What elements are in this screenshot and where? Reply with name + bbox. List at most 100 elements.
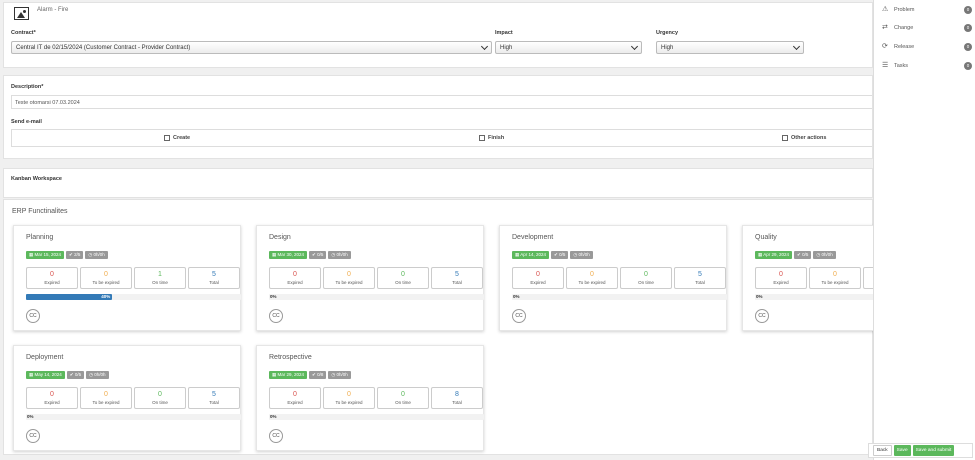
date-badge: ▦ Apr 29, 2024 xyxy=(755,251,793,259)
counter-value: 0 xyxy=(104,391,108,398)
counter-to-be-expired[interactable]: 0 To be expired xyxy=(323,267,375,289)
counter-expired[interactable]: 0 Expired xyxy=(269,387,321,409)
counter-total[interactable]: 8 Total xyxy=(431,387,483,409)
counter-value: 0 xyxy=(833,271,837,278)
back-button[interactable]: Back xyxy=(873,445,892,456)
card-badges: ▦ Apr 29, 2024 ✔ 0/5 ◷ 0h/0h xyxy=(755,251,836,259)
urgency-value: High xyxy=(661,45,674,51)
checkbox-icon xyxy=(479,135,485,141)
counter-to-be-expired[interactable]: 0 To be expired xyxy=(80,387,132,409)
other-actions-checkbox[interactable]: Other actions xyxy=(782,135,826,141)
tasks-text: 2/5 xyxy=(74,252,81,257)
avatar[interactable]: CC xyxy=(26,429,40,443)
counter-to-be-expired[interactable]: 0 To be expired xyxy=(323,387,375,409)
date-badge: ▦ Mar 29, 2024 xyxy=(269,371,308,379)
refresh-icon: ⟳ xyxy=(882,43,888,50)
counter-total[interactable]: 5 Total xyxy=(674,267,726,289)
counter-label: On time xyxy=(638,280,654,285)
count-badge: 0 xyxy=(964,43,972,51)
date-text: Mar 30, 2024 xyxy=(277,252,305,257)
counter-label: On time xyxy=(395,400,411,405)
sidebar-item-release[interactable]: ⟳ Release 0 xyxy=(882,43,972,53)
footer-actions: Back Save Save and submit xyxy=(868,443,973,458)
sidebar-item-label: Release xyxy=(894,44,915,50)
kanban-card-deployment[interactable]: Deployment ▦ May 14, 2024 ✔ 0/5 ◷ 0h/0h 0 Exp… xyxy=(13,345,241,451)
swap-icon: ⇄ xyxy=(882,24,888,31)
kanban-card-planning[interactable]: Planning ▦ Mar 15, 2024 ✔ 2/5 ◷ 0h/0h 0 Expir… xyxy=(13,225,241,331)
counter-value: 0 xyxy=(590,271,594,278)
counter-expired[interactable]: 0 Expired xyxy=(512,267,564,289)
kanban-card-development[interactable]: Development ▦ Apr 14, 2024 ✔ 0/5 ◷ 0h/0h 0 Ex… xyxy=(499,225,727,331)
description-label: Description* xyxy=(11,84,44,90)
hours-badge: ◷ 0h/0h xyxy=(328,371,351,379)
impact-label: Impact xyxy=(495,30,513,36)
erp-title: ERP Functinalites xyxy=(12,208,68,215)
progress-label: 0% xyxy=(270,294,277,299)
hours-text: 0h/0h xyxy=(336,372,348,377)
finish-checkbox[interactable]: Finish xyxy=(479,135,504,141)
counter-on-time[interactable]: 0 On time xyxy=(620,267,672,289)
description-input[interactable]: Teste otomarsi 07.03.2024 xyxy=(11,95,872,109)
kanban-card-retrospective[interactable]: Retrospective ▦ Mar 29, 2024 ✔ 0/8 ◷ 0h/0h 0… xyxy=(256,345,484,451)
counter-label: To be expired xyxy=(578,280,606,285)
kanban-title: Kanban Workspace xyxy=(11,176,62,182)
sidebar-item-change[interactable]: ⇄ Change 0 xyxy=(882,24,972,34)
counter-total[interactable]: 5 Total xyxy=(188,267,240,289)
date-badge: ▦ Apr 14, 2024 xyxy=(512,251,550,259)
counter-to-be-expired[interactable]: 0 To be expired xyxy=(566,267,618,289)
tasks-text: 0/5 xyxy=(802,252,809,257)
counter-expired[interactable]: 0 Expired xyxy=(269,267,321,289)
impact-select[interactable]: High xyxy=(495,41,642,54)
date-text: Apr 14, 2024 xyxy=(520,252,547,257)
tasks-badge: ✔ 0/8 xyxy=(309,371,327,379)
counter-label: On time xyxy=(152,400,168,405)
avatar[interactable]: CC xyxy=(512,309,526,323)
count-badge: 0 xyxy=(964,62,972,70)
checkbox-icon xyxy=(164,135,170,141)
counter-label: Expired xyxy=(44,280,60,285)
counter-on-time[interactable]: 0 On time xyxy=(377,267,429,289)
progress-bar: 0% xyxy=(26,414,241,420)
sidebar-item-tasks[interactable]: ☰ Tasks 0 xyxy=(882,62,972,72)
progress-label: 0% xyxy=(513,294,520,299)
create-checkbox[interactable]: Create xyxy=(164,135,190,141)
card-title: Development xyxy=(512,234,554,241)
kanban-card-design[interactable]: Design ▦ Mar 30, 2024 ✔ 0/5 ◷ 0h/0h 0 Expired… xyxy=(256,225,484,331)
hours-text: 0h/0h xyxy=(94,372,106,377)
urgency-select[interactable]: High xyxy=(656,41,804,54)
counter-total[interactable]: 5 Total xyxy=(188,387,240,409)
avatar[interactable]: CC xyxy=(26,309,40,323)
counter-total[interactable]: 5 Total xyxy=(431,267,483,289)
hours-badge: ◷ 0h/0h xyxy=(85,251,108,259)
sidebar-item-problem[interactable]: ⚠ Problem 0 xyxy=(882,6,972,16)
counter-on-time[interactable]: 1 On time xyxy=(134,267,186,289)
progress-label: 0% xyxy=(270,414,277,419)
hours-badge: ◷ 0h/0h xyxy=(813,251,836,259)
counter-expired[interactable]: 0 Expired xyxy=(26,267,78,289)
save-and-submit-button[interactable]: Save and submit xyxy=(912,445,955,456)
counter-to-be-expired[interactable]: 0 To be expired xyxy=(809,267,861,289)
counter-value: 0 xyxy=(158,391,162,398)
tasks-text: 0/5 xyxy=(559,252,566,257)
counter-value: 5 xyxy=(698,271,702,278)
finish-label: Finish xyxy=(488,135,505,141)
card-title: Design xyxy=(269,234,291,241)
counter-value: 0 xyxy=(779,271,783,278)
kanban-workspace-panel: Kanban Workspace xyxy=(3,168,873,198)
card-badges: ▦ May 14, 2024 ✔ 0/5 ◷ 0h/0h xyxy=(26,371,109,379)
related-items-sidebar: ⚠ Problem 0 ⇄ Change 0 ⟳ Release 0 ☰ Tas… xyxy=(873,0,975,460)
counter-expired[interactable]: 0 Expired xyxy=(755,267,807,289)
counter-on-time[interactable]: 0 On time xyxy=(377,387,429,409)
counter-expired[interactable]: 0 Expired xyxy=(26,387,78,409)
avatar[interactable]: CC xyxy=(269,309,283,323)
counter-on-time[interactable]: 0 On time xyxy=(134,387,186,409)
save-button[interactable]: Save xyxy=(893,445,911,456)
tasks-badge: ✔ 0/5 xyxy=(551,251,569,259)
contract-select[interactable]: Central IT de 02/15/2024 (Customer Contr… xyxy=(11,41,492,54)
counter-label: To be expired xyxy=(335,280,363,285)
tasks-text: 0/8 xyxy=(317,372,324,377)
hours-text: 0h/0h xyxy=(821,252,833,257)
avatar[interactable]: CC xyxy=(755,309,769,323)
avatar[interactable]: CC xyxy=(269,429,283,443)
counter-to-be-expired[interactable]: 0 To be expired xyxy=(80,267,132,289)
